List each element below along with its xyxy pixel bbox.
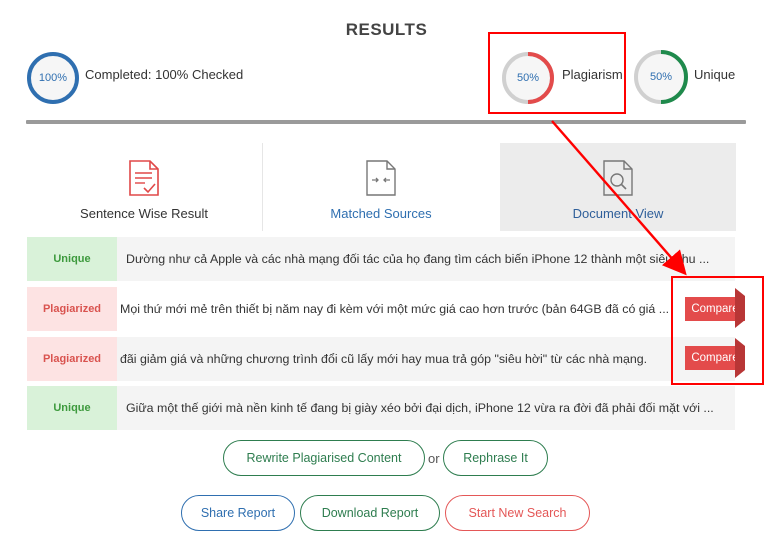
annotation-arrow-icon (551, 120, 687, 276)
